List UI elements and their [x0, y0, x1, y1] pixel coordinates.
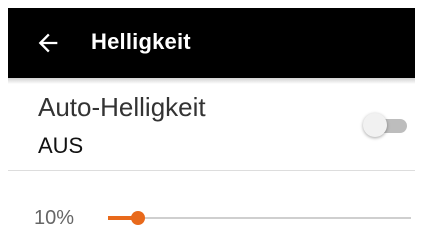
- auto-brightness-state: AUS: [38, 133, 84, 158]
- divider: [8, 170, 415, 171]
- slider-track: [108, 217, 411, 219]
- app-bar: Helligkeit: [8, 8, 415, 78]
- page-title: Helligkeit: [91, 29, 191, 54]
- auto-brightness-row[interactable]: Auto-Helligkeit AUS: [0, 84, 429, 170]
- auto-brightness-toggle[interactable]: [363, 113, 409, 139]
- brightness-slider[interactable]: [108, 206, 411, 230]
- brightness-value: 10%: [34, 207, 75, 229]
- brightness-row: 10%: [0, 195, 429, 239]
- arrow-left-icon[interactable]: [34, 29, 62, 57]
- slider-handle[interactable]: [131, 211, 146, 225]
- auto-brightness-label: Auto-Helligkeit: [38, 92, 206, 122]
- toggle-thumb: [363, 113, 387, 137]
